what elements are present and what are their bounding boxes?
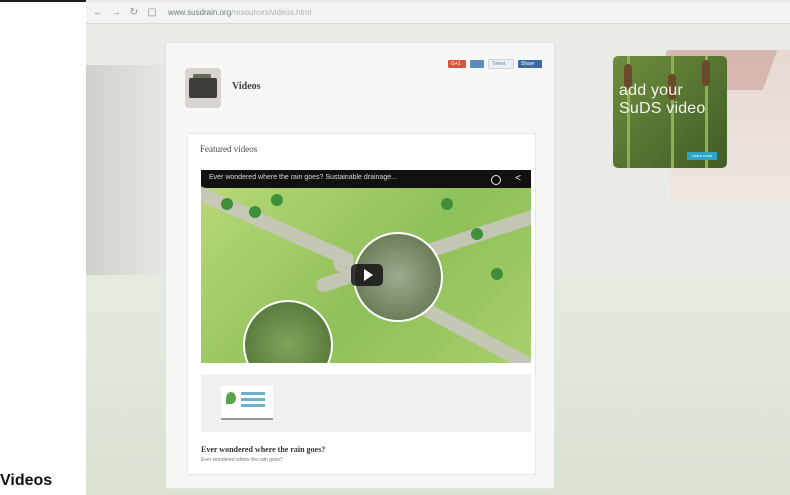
- ad-text: add your SuDS video: [619, 82, 706, 117]
- add-your-suds-video-ad[interactable]: add your SuDS video Learn more: [613, 56, 727, 168]
- play-button[interactable]: [351, 264, 383, 286]
- watch-later-icon[interactable]: [491, 175, 501, 185]
- play-icon: [363, 269, 373, 281]
- videos-header-image: [185, 68, 221, 108]
- email-icon[interactable]: [470, 60, 484, 68]
- reload-icon[interactable]: ↻: [128, 7, 140, 19]
- ad-learn-more-button[interactable]: Learn more: [687, 152, 717, 160]
- videos-card: G+1 Tweet Share Videos Featured videos E…: [165, 42, 555, 489]
- browser-toolbar: ← → ↻ ▢ www.susdrain.org/resources/video…: [86, 2, 790, 24]
- share-buttons: G+1 Tweet Share: [448, 59, 542, 69]
- figure-caption: Videos: [0, 472, 53, 489]
- forward-icon[interactable]: →: [110, 7, 122, 19]
- featured-videos-panel: Featured videos Ever wondered where the …: [187, 133, 536, 475]
- video-caption[interactable]: Ever wondered where the rain goes?: [201, 445, 325, 454]
- video-thumbnail[interactable]: [221, 386, 273, 420]
- video-title: Ever wondered where the rain goes? Susta…: [209, 174, 397, 181]
- url-host: www.susdrain.org: [168, 8, 232, 17]
- back-icon[interactable]: ←: [92, 7, 104, 19]
- url-path: /resources/videos.html: [231, 8, 312, 17]
- featured-heading: Featured videos: [200, 144, 258, 154]
- video-inset-pond: [243, 300, 333, 363]
- susdrain-logo-icon: [226, 392, 236, 404]
- video-player[interactable]: Ever wondered where the rain goes? Susta…: [201, 170, 531, 363]
- address-bar[interactable]: www.susdrain.org/resources/videos.html: [168, 8, 311, 17]
- share-icon[interactable]: <: [515, 173, 521, 184]
- screenshot: ← → ↻ ▢ www.susdrain.org/resources/video…: [86, 0, 790, 495]
- page-icon: ▢: [147, 7, 157, 18]
- tweet-button[interactable]: Tweet: [488, 59, 514, 69]
- gplus-button[interactable]: G+1: [448, 60, 466, 68]
- video-thumbnails: [201, 374, 531, 432]
- video-subcaption: Ever wondered where the rain goes?: [201, 457, 283, 463]
- share-button[interactable]: Share: [518, 60, 542, 68]
- page-title: Videos: [232, 81, 261, 92]
